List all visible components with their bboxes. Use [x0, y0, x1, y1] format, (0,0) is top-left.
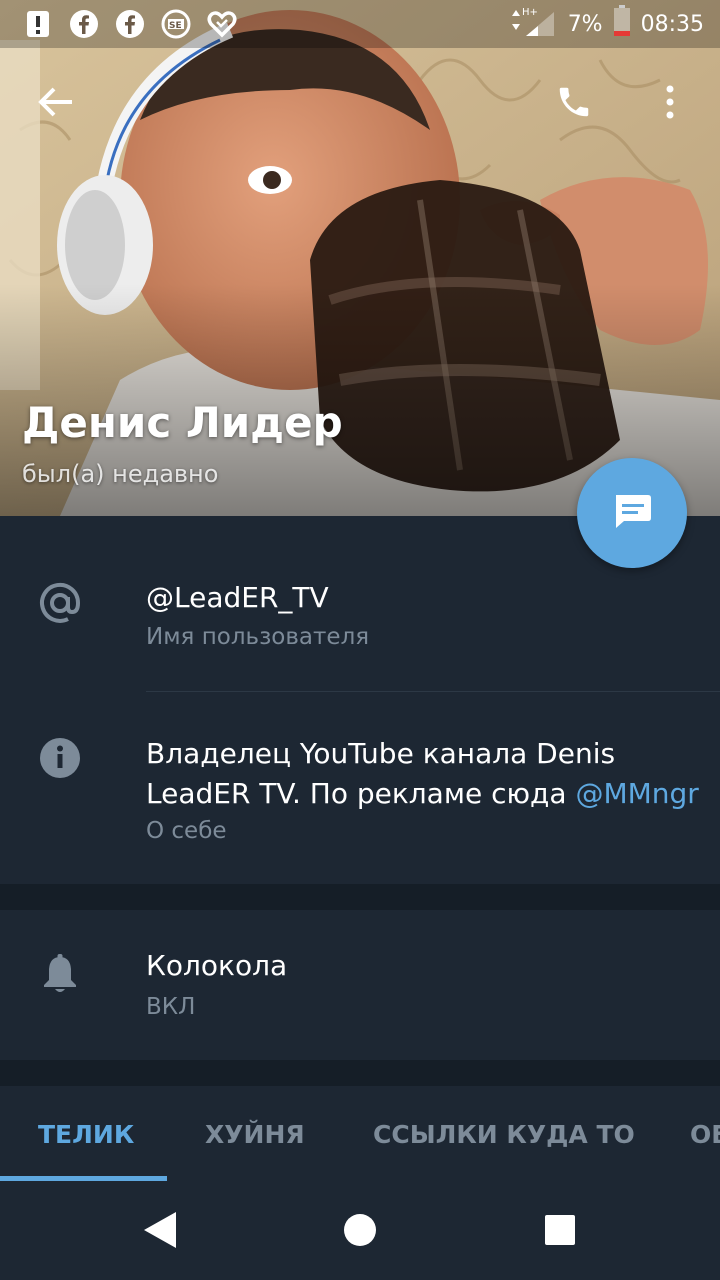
call-button[interactable]: [542, 72, 606, 136]
tab-khuynya[interactable]: ХУЙНЯ: [205, 1086, 305, 1182]
notifications-value: ВКЛ: [146, 994, 196, 1020]
media-tabs: ТЕЛИК ХУЙНЯ ССЫЛКИ КУДА ТО ОБ: [0, 1086, 720, 1182]
system-status: H+ 7% 08:35: [508, 4, 704, 44]
system-nav-bar: [0, 1182, 720, 1280]
facebook-icon: [114, 8, 146, 40]
nav-back-button[interactable]: [128, 1200, 192, 1264]
more-vert-icon: [665, 84, 675, 124]
tab-ob[interactable]: ОБ: [690, 1086, 720, 1182]
info-icon: [36, 734, 84, 782]
info-section: @LeadER_TV Имя пользователя Владелец You…: [0, 516, 720, 884]
bio-line-2: LeadER TV. По рекламе сюда @MMngr: [146, 774, 706, 814]
tab-telik[interactable]: ТЕЛИК: [38, 1086, 134, 1182]
nav-home-button[interactable]: [328, 1200, 392, 1264]
square-recents-icon: [544, 1214, 576, 1250]
status-bar: SE H+ 7% 08:35: [0, 0, 720, 48]
active-tab-indicator: [0, 1176, 167, 1181]
more-menu-button[interactable]: [638, 72, 702, 136]
bio-line-1: Владелец YouTube канала Denis: [146, 737, 616, 770]
username[interactable]: @LeadER_TV: [146, 578, 329, 618]
network-icon: H+: [508, 4, 558, 44]
clock: 08:35: [640, 11, 704, 37]
notifications-title: Колокола: [146, 949, 288, 982]
bio-text[interactable]: Владелец YouTube канала Denis LeadER TV.…: [146, 734, 706, 814]
notifications-section[interactable]: Колокола ВКЛ: [0, 910, 720, 1060]
phone-icon: [555, 83, 593, 125]
nav-recents-button[interactable]: [528, 1200, 592, 1264]
profile-name: Денис Лидер: [22, 398, 343, 447]
se-icon: SE: [160, 8, 192, 40]
profile-header: SE H+ 7% 08:35 Денис Лидер был(а) недавн…: [0, 0, 720, 516]
battery-percent: 7%: [567, 11, 603, 37]
tab-links[interactable]: ССЫЛКИ КУДА ТО: [373, 1086, 635, 1182]
circle-home-icon: [342, 1212, 378, 1252]
section-gap: [0, 884, 720, 910]
profile-last-seen: был(а) недавно: [22, 460, 219, 488]
bio-line-2-text: LeadER TV. По рекламе сюда: [146, 777, 576, 810]
at-sign-icon: [36, 579, 84, 627]
facebook-icon: [68, 8, 100, 40]
chat-icon: [610, 489, 654, 537]
svg-text:H+: H+: [522, 7, 538, 18]
divider: [146, 691, 720, 692]
bio-label: О себе: [146, 818, 227, 844]
alert-icon: [22, 8, 54, 40]
triangle-back-icon: [142, 1210, 178, 1254]
bio-mention-link[interactable]: @MMngr: [575, 777, 698, 810]
username-label: Имя пользователя: [146, 624, 370, 650]
arrow-left-icon: [38, 86, 74, 122]
heart-icon: [206, 8, 238, 40]
svg-text:SE: SE: [169, 21, 182, 31]
section-gap: [0, 1060, 720, 1086]
battery-icon: [613, 5, 631, 43]
send-message-button[interactable]: [577, 458, 687, 568]
notification-icons: SE: [22, 8, 238, 40]
bell-icon: [36, 950, 84, 998]
back-button[interactable]: [24, 72, 88, 136]
